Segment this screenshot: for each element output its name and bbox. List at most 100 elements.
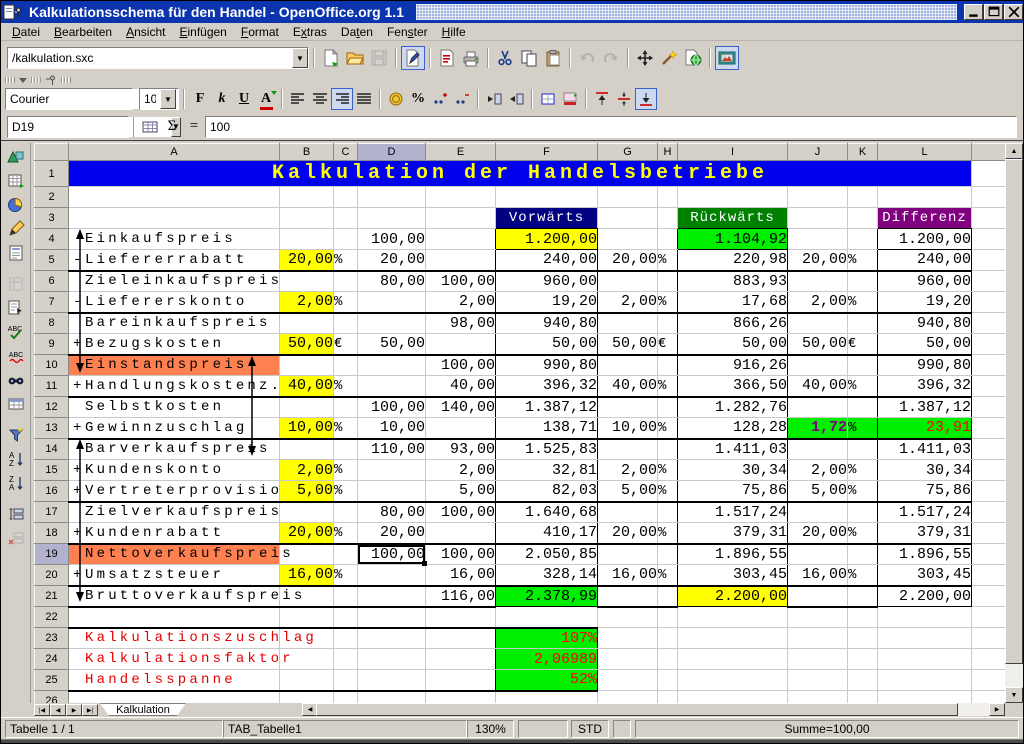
align-bottom-button[interactable] (635, 88, 657, 110)
cell-H19[interactable] (658, 544, 678, 565)
align-left-button[interactable] (287, 88, 309, 110)
cell-L5[interactable]: 240,00 (878, 250, 972, 271)
cell-M22[interactable] (972, 607, 1006, 628)
row-header-6[interactable]: 6 (35, 271, 69, 292)
cell-H4[interactable] (658, 229, 678, 250)
toolbar-collapse-icon[interactable] (19, 78, 27, 83)
cell-B9[interactable]: 50,00 (280, 334, 334, 355)
cell-E5[interactable] (426, 250, 496, 271)
cell-I12[interactable]: 1.282,76 (678, 397, 788, 418)
cell-L20[interactable]: 303,45 (878, 565, 972, 586)
insert-cells-button[interactable] (3, 169, 29, 193)
new-document-button[interactable] (319, 46, 343, 70)
cell-E25[interactable] (426, 670, 496, 691)
cell-C26[interactable] (334, 691, 358, 704)
cell-C23[interactable] (334, 628, 358, 649)
font-name-combo[interactable]: ▼ (5, 88, 133, 110)
toolbar-grab-handle[interactable] (5, 77, 15, 83)
cell-C13[interactable]: % (334, 418, 358, 439)
cell-B23[interactable] (280, 628, 334, 649)
font-size-combo[interactable]: ▼ (139, 88, 179, 110)
row-header-20[interactable]: 20 (35, 565, 69, 586)
cell-D23[interactable] (358, 628, 426, 649)
cell-J13[interactable]: 1,72 (788, 418, 848, 439)
cell-K13[interactable]: % (848, 418, 878, 439)
cell-L6[interactable]: 960,00 (878, 271, 972, 292)
row-header-17[interactable]: 17 (35, 502, 69, 523)
paste-button[interactable] (541, 46, 565, 70)
cell-A17[interactable]: Zielverkaufspreis (69, 502, 280, 523)
cell-K18[interactable]: % (848, 523, 878, 544)
cell-J16[interactable]: 5,00 (788, 481, 848, 502)
cell-E24[interactable] (426, 649, 496, 670)
menu-hilfe[interactable]: Hilfe (435, 24, 473, 40)
vertical-scrollbar[interactable]: ▲ ▼ (1005, 143, 1023, 703)
cell-D16[interactable] (358, 481, 426, 502)
cell-M3[interactable] (972, 208, 1006, 229)
cell-B10[interactable] (280, 355, 334, 376)
cell-M7[interactable] (972, 292, 1006, 313)
cell-D24[interactable] (358, 649, 426, 670)
data-sources-button[interactable] (3, 392, 29, 416)
align-justify-button[interactable] (353, 88, 375, 110)
cell-F25[interactable]: 52% (496, 670, 598, 691)
cell-M15[interactable] (972, 460, 1006, 481)
cell-M12[interactable] (972, 397, 1006, 418)
cell-E7[interactable]: 2,00 (426, 292, 496, 313)
cell-J7[interactable]: 2,00 (788, 292, 848, 313)
row-header-11[interactable]: 11 (35, 376, 69, 397)
minimize-button[interactable] (964, 4, 983, 20)
cell-C2[interactable] (334, 187, 358, 208)
sort-ascending-button[interactable]: AZ (3, 447, 29, 471)
cell-F13[interactable]: 138,71 (496, 418, 598, 439)
cell-E12[interactable]: 140,00 (426, 397, 496, 418)
cell-D20[interactable] (358, 565, 426, 586)
cell-J25[interactable] (788, 670, 848, 691)
cell-L3[interactable]: Differenz (878, 208, 972, 229)
cell-B22[interactable] (280, 607, 334, 628)
cell-H7[interactable]: % (658, 292, 678, 313)
column-header-A[interactable]: A (69, 144, 280, 161)
cell-I16[interactable]: 75,86 (678, 481, 788, 502)
cell-L22[interactable] (878, 607, 972, 628)
cell-A21[interactable]: Bruttoverkaufspreis (69, 586, 280, 607)
cell-D2[interactable] (358, 187, 426, 208)
input-line[interactable] (205, 116, 1017, 138)
cell-A3[interactable] (69, 208, 280, 229)
add-decimal-button[interactable] (429, 88, 451, 110)
cell-B4[interactable] (280, 229, 334, 250)
cell-J23[interactable] (788, 628, 848, 649)
column-header-J[interactable]: J (788, 144, 848, 161)
cell-C18[interactable]: % (334, 523, 358, 544)
cell-G3[interactable] (598, 208, 658, 229)
cell-B18[interactable]: 20,00 (280, 523, 334, 544)
title-bar[interactable]: Kalkulationsschema für den Handel - Open… (1, 1, 1024, 23)
cell-A19[interactable]: Nettoverkaufspreis (69, 544, 280, 565)
cell-H5[interactable]: % (658, 250, 678, 271)
previous-sheet-button[interactable]: ◀ (50, 704, 66, 716)
cell-G5[interactable]: 20,00 (598, 250, 658, 271)
cell-L7[interactable]: 19,20 (878, 292, 972, 313)
menu-datei[interactable]: Datei (5, 24, 47, 40)
cell-J17[interactable] (788, 502, 848, 523)
cell-H3[interactable] (658, 208, 678, 229)
cell-I11[interactable]: 366,50 (678, 376, 788, 397)
cell-E14[interactable]: 93,00 (426, 439, 496, 460)
cell-L18[interactable]: 379,31 (878, 523, 972, 544)
cell-D11[interactable] (358, 376, 426, 397)
cell-I4[interactable]: 1.104,92 (678, 229, 788, 250)
cell-H23[interactable] (658, 628, 678, 649)
cell-B21[interactable] (280, 586, 334, 607)
cell-F11[interactable]: 396,32 (496, 376, 598, 397)
cell-G12[interactable] (598, 397, 658, 418)
column-header-F[interactable]: F (496, 144, 598, 161)
cell-L4[interactable]: 1.200,00 (878, 229, 972, 250)
column-header-C[interactable]: C (334, 144, 358, 161)
cell-A2[interactable] (69, 187, 280, 208)
app-icon[interactable] (3, 3, 23, 21)
cell-C3[interactable] (334, 208, 358, 229)
cell-K4[interactable] (848, 229, 878, 250)
styles-button[interactable] (3, 296, 29, 320)
cell-K15[interactable]: % (848, 460, 878, 481)
cell-H21[interactable] (658, 586, 678, 607)
